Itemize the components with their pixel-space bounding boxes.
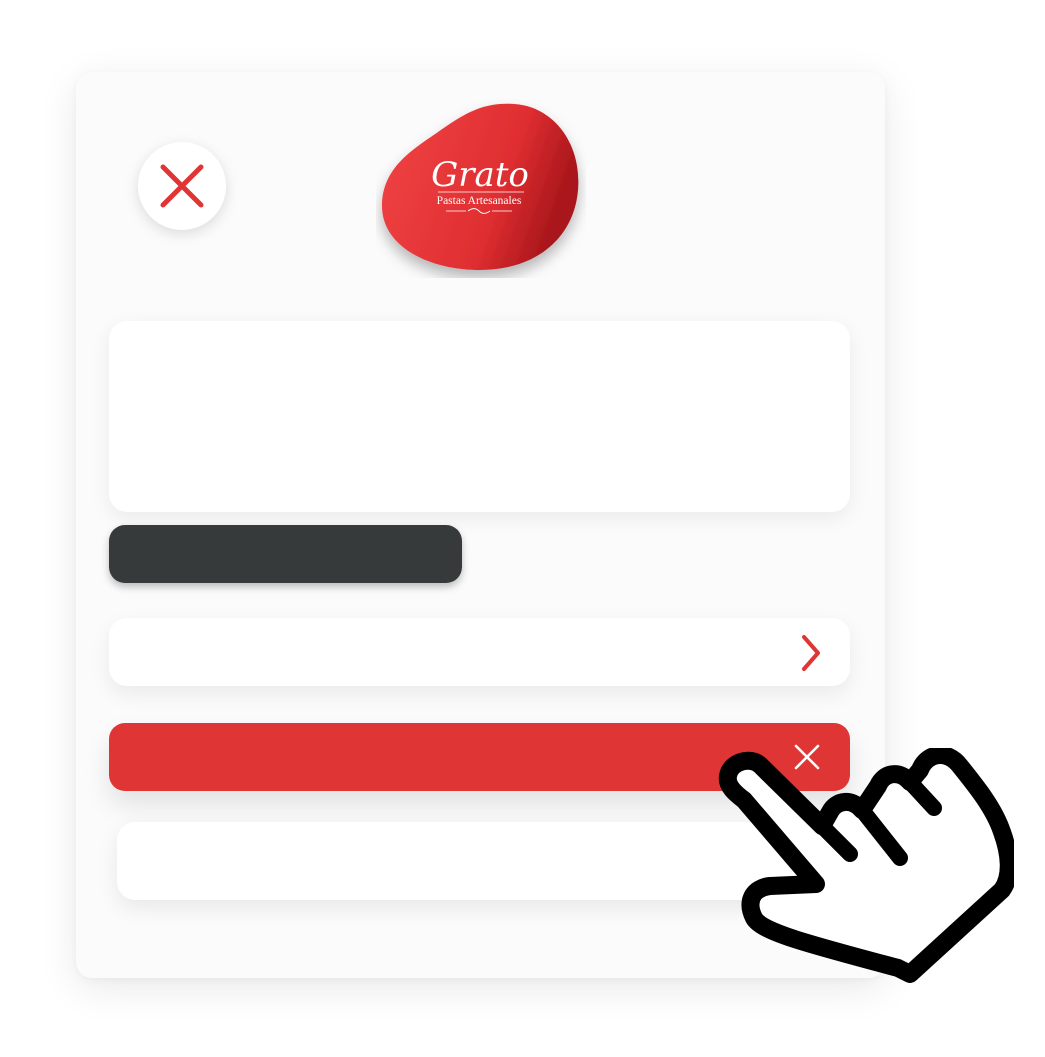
illustration-stage: Grato Pastas Artesanales (0, 0, 1045, 1057)
logo-tagline: Pastas Artesanales (437, 195, 522, 207)
section-label-placeholder (109, 525, 462, 583)
chevron-right-icon (802, 635, 820, 671)
logo-title: Grato (431, 155, 529, 195)
close-icon (160, 164, 204, 208)
content-panel (109, 321, 850, 512)
brand-logo: Grato Pastas Artesanales (382, 103, 579, 270)
menu-row-next[interactable] (109, 618, 850, 686)
close-button[interactable] (138, 142, 226, 230)
hand-pointer-icon (718, 748, 1014, 983)
